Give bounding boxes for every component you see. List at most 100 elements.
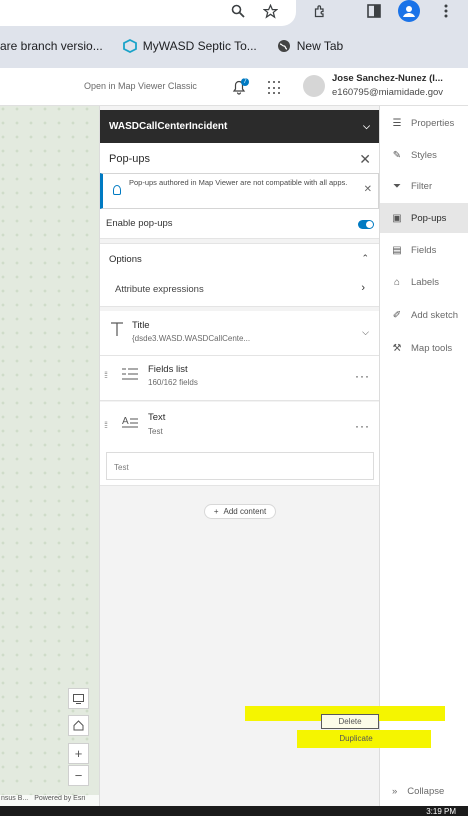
chevron-down-icon: ⌵ [363,121,370,131]
zoom-out-icon[interactable]: − [68,765,89,786]
tool-popups[interactable]: ▣ Pop-ups [380,203,468,233]
card-subtitle: 160/162 fields [148,378,198,387]
enable-popups-label: Enable pop-ups [106,218,173,229]
dismiss-notice-icon[interactable]: ✕ [364,185,372,195]
bookmark-label: are branch versio... [0,39,103,53]
bookmark-label: MyWASD Septic To... [142,39,257,53]
map-attribution: nsus B... Powered by Esri [0,795,99,806]
card-subtitle: Test [148,427,163,436]
collapse-button[interactable]: » Collapse [380,780,468,802]
notification-badge: 7 [241,78,249,86]
chevron-right-icon[interactable]: › [361,282,365,294]
zoom-icon[interactable] [226,0,250,22]
tool-label: Pop-ups [411,212,447,224]
bookmark-item[interactable]: New Tab [277,39,343,53]
bookmark-item[interactable]: are branch versio... [0,39,103,53]
filter-icon: ⏷ [393,180,401,192]
panel-header: Pop-ups ✕ [100,143,380,176]
layer-selector[interactable]: WASDCallCenterIncident ⌵ [100,110,380,143]
tool-add-sketch[interactable]: ✐ Add sketch [380,300,468,330]
chevron-up-icon[interactable]: ⌃ [361,253,369,264]
fields-icon: ▤ [392,244,402,256]
tool-label: Fields [411,244,437,256]
tool-label: Add sketch [411,309,458,321]
text-block-icon: A [122,414,138,433]
tool-label: Map tools [411,342,453,354]
sketch-icon: ✐ [392,309,402,321]
delete-menu-item[interactable]: Delete [321,714,379,729]
drag-handle-icon[interactable]: ⁞⁞ [104,420,108,430]
card-title: Fields list [148,364,188,375]
title-text-icon [110,321,124,342]
tool-map-tools[interactable]: ⚒ Map tools [380,333,468,363]
title-card[interactable]: Title {dsde3.WASD.WASDCallCente... ⌵ [100,311,380,356]
list-icon [122,367,138,386]
popups-panel: WASDCallCenterIncident ⌵ Pop-ups ✕ Pop-u… [99,106,380,806]
tool-label: Labels [411,276,439,288]
labels-icon: ⌂ [393,276,401,288]
duplicate-menu-item[interactable]: Duplicate [321,731,391,745]
map-tools-icon: ⚒ [392,342,402,354]
bookmark-label: New Tab [296,39,344,53]
tool-filter[interactable]: ⏷ Filter [380,171,468,201]
extensions-icon[interactable] [308,0,332,22]
lightbulb-icon [113,185,121,195]
plus-icon: + [213,507,219,516]
svg-text:A: A [122,416,129,427]
globe-icon [277,40,290,52]
more-options-icon[interactable]: ··· [355,369,370,383]
double-chevron-icon: » [392,785,398,797]
properties-icon: ☰ [392,117,402,129]
panel-title: Pop-ups [109,153,150,165]
text-preview[interactable]: Test [106,452,374,480]
attribute-expressions-link[interactable]: Attribute expressions [115,284,204,295]
options-header[interactable]: Options [109,254,142,265]
user-name[interactable]: Jose Sanchez-Nunez (I... [332,73,443,84]
layer-name: WASDCallCenterIncident [109,121,228,132]
profile-avatar[interactable] [398,0,420,22]
home-icon[interactable] [68,715,89,736]
tool-label: Properties [411,117,455,129]
powered-by-esri[interactable]: Powered by Esri [34,795,85,806]
enable-popups-row: Enable pop-ups [100,209,380,239]
zoom-in-icon[interactable]: + [68,743,89,764]
mywasd-icon [122,39,137,53]
close-icon[interactable]: ✕ [359,151,371,168]
tool-label: Styles [411,149,437,161]
tool-styles[interactable]: ✎ Styles [380,140,468,170]
options-section: Options ⌃ Attribute expressions › [100,243,380,307]
screen-icon[interactable] [68,688,89,709]
tool-properties[interactable]: ☰ Properties [380,108,468,138]
tool-labels[interactable]: ⌂ Labels [380,267,468,297]
chevron-down-icon[interactable]: ⌵ [362,327,369,338]
card-title: Title [132,320,150,331]
drag-handle-icon[interactable]: ⁞⁞ [104,370,108,380]
app-launcher-icon[interactable] [268,81,282,95]
taskbar-clock: 3:19 PM [426,807,456,816]
more-options-icon[interactable]: ··· [355,419,370,433]
notice-text: Pop-ups authored in Map Viewer are not c… [129,178,348,187]
star-icon[interactable] [258,0,282,22]
address-bar[interactable] [0,0,296,26]
card-subtitle: {dsde3.WASD.WASDCallCente... [132,334,251,343]
popups-icon: ▣ [392,212,402,224]
user-avatar[interactable] [303,75,325,97]
attribution-left: nsus B... [1,795,29,802]
styles-icon: ✎ [392,149,402,161]
add-content-button[interactable]: + Add content [204,504,276,519]
tool-fields[interactable]: ▤ Fields [380,235,468,265]
enable-popups-toggle[interactable] [358,220,374,229]
compatibility-notice: Pop-ups authored in Map Viewer are not c… [100,173,379,209]
taskbar: 3:19 PM [0,806,468,816]
fields-list-card[interactable]: ⁞⁞ Fields list 160/162 fields ··· [100,356,380,401]
collapse-label: Collapse [407,785,445,797]
side-panel-icon[interactable] [362,0,386,22]
kebab-menu-icon[interactable] [434,0,458,22]
browser-chrome: are branch versio... MyWASD Septic To...… [0,0,468,68]
map-view[interactable]: + − [0,106,99,806]
add-content-label: Add content [223,507,267,516]
bookmark-item[interactable]: MyWASD Septic To... [122,39,257,53]
layer-toolbar: ☰ Properties ✎ Styles ⏷ Filter ▣ Pop-ups… [379,106,468,806]
open-map-viewer-classic-link[interactable]: Open in Map Viewer Classic [84,81,197,91]
bookmarks-bar: are branch versio... MyWASD Septic To...… [0,32,468,60]
